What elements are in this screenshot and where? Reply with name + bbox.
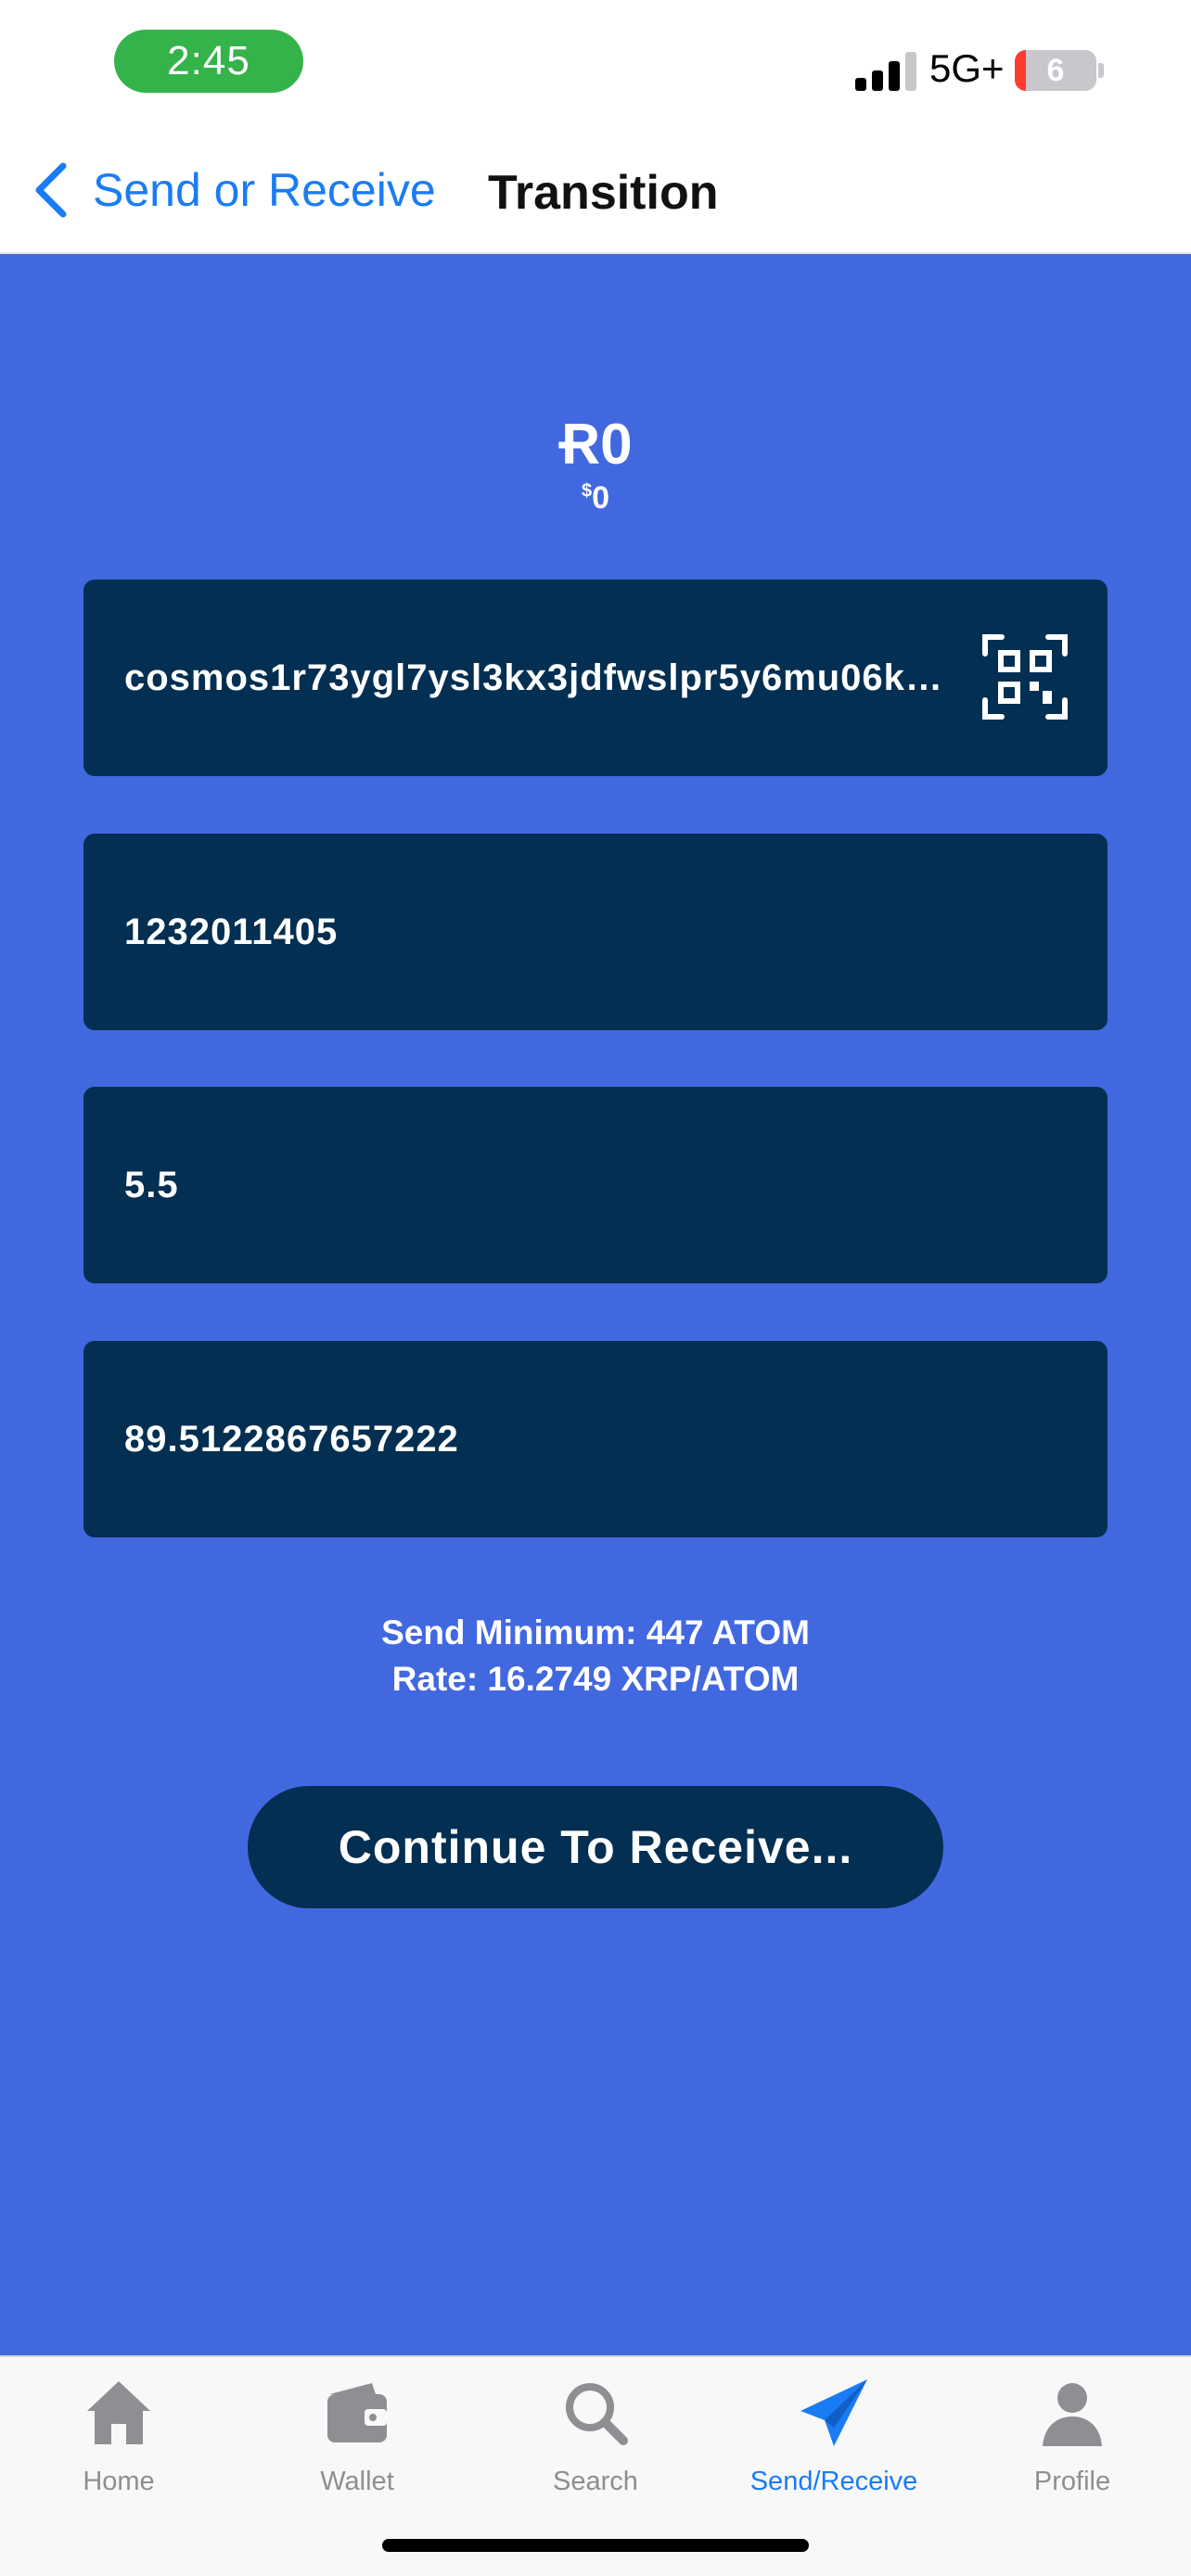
home-icon xyxy=(87,2381,150,2444)
tab-profile[interactable]: Profile xyxy=(954,2376,1191,2515)
value-input-field[interactable]: 5.5 xyxy=(83,1087,1108,1283)
back-label: Send or Receive xyxy=(93,164,436,216)
battery-icon: 6 xyxy=(1015,50,1096,91)
network-label: 5G+ xyxy=(929,46,1005,90)
status-time: 2:45 xyxy=(114,30,303,93)
amount-display: Ɍ0 xyxy=(558,413,633,477)
field-value: 5.5 xyxy=(124,1164,179,1205)
field-value: 1232011405 xyxy=(124,911,339,952)
tab-home[interactable]: Home xyxy=(0,2376,237,2515)
signal-icon xyxy=(855,50,918,91)
field-value: 89.5122867657222 xyxy=(124,1418,459,1460)
send-icon xyxy=(800,2379,867,2446)
wallet-icon xyxy=(327,2383,387,2442)
tab-send-receive[interactable]: Send/Receive xyxy=(715,2376,953,2515)
usd-value: 0 xyxy=(592,480,610,516)
battery-level: 6 xyxy=(1046,52,1065,88)
nav-bar: Send or Receive Transition xyxy=(0,130,1191,254)
address-field[interactable]: cosmos1r73ygl7ysl3kx3jdfwslpr5y6mu06kd3z… xyxy=(83,580,1108,776)
page-title: Transition xyxy=(488,166,719,220)
tab-search[interactable]: Search xyxy=(477,2376,714,2515)
tab-wallet[interactable]: Wallet xyxy=(238,2376,476,2515)
send-minimum-text: Send Minimum: 447 ATOM xyxy=(381,1613,810,1651)
home-indicator xyxy=(382,2539,809,2552)
tab-label: Wallet xyxy=(320,2467,394,2496)
qr-scan-icon[interactable] xyxy=(981,633,1069,721)
amount-input-field[interactable]: 1232011405 xyxy=(83,834,1108,1030)
tab-label: Profile xyxy=(1033,2467,1111,2496)
continue-button[interactable]: Continue To Receive... xyxy=(248,1786,943,1908)
amount-usd: $0 xyxy=(0,480,1191,516)
tab-label: Home xyxy=(83,2467,155,2496)
search-icon xyxy=(566,2383,628,2445)
status-bar: 2:45 5G+ 6 xyxy=(0,0,1191,130)
tab-label: Send/Receive xyxy=(749,2467,918,2496)
main-content: Ɍ0 $0 cosmos1r73ygl7ysl3kx3jdfwslpr5y6mu… xyxy=(0,254,1191,2355)
battery-nub xyxy=(1098,63,1104,78)
back-button[interactable]: Send or Receive xyxy=(33,158,436,223)
chevron-left-icon xyxy=(35,162,67,218)
rate-text: Rate: 16.2749 XRP/ATOM xyxy=(391,1660,800,1698)
converted-amount-field[interactable]: 89.5122867657222 xyxy=(83,1341,1108,1537)
address-value: cosmos1r73ygl7ysl3kx3jdfwslpr5y6mu06kd3z… xyxy=(124,657,959,698)
tab-label: Search xyxy=(553,2467,638,2496)
usd-symbol: $ xyxy=(581,480,593,502)
profile-icon xyxy=(1043,2383,1102,2446)
